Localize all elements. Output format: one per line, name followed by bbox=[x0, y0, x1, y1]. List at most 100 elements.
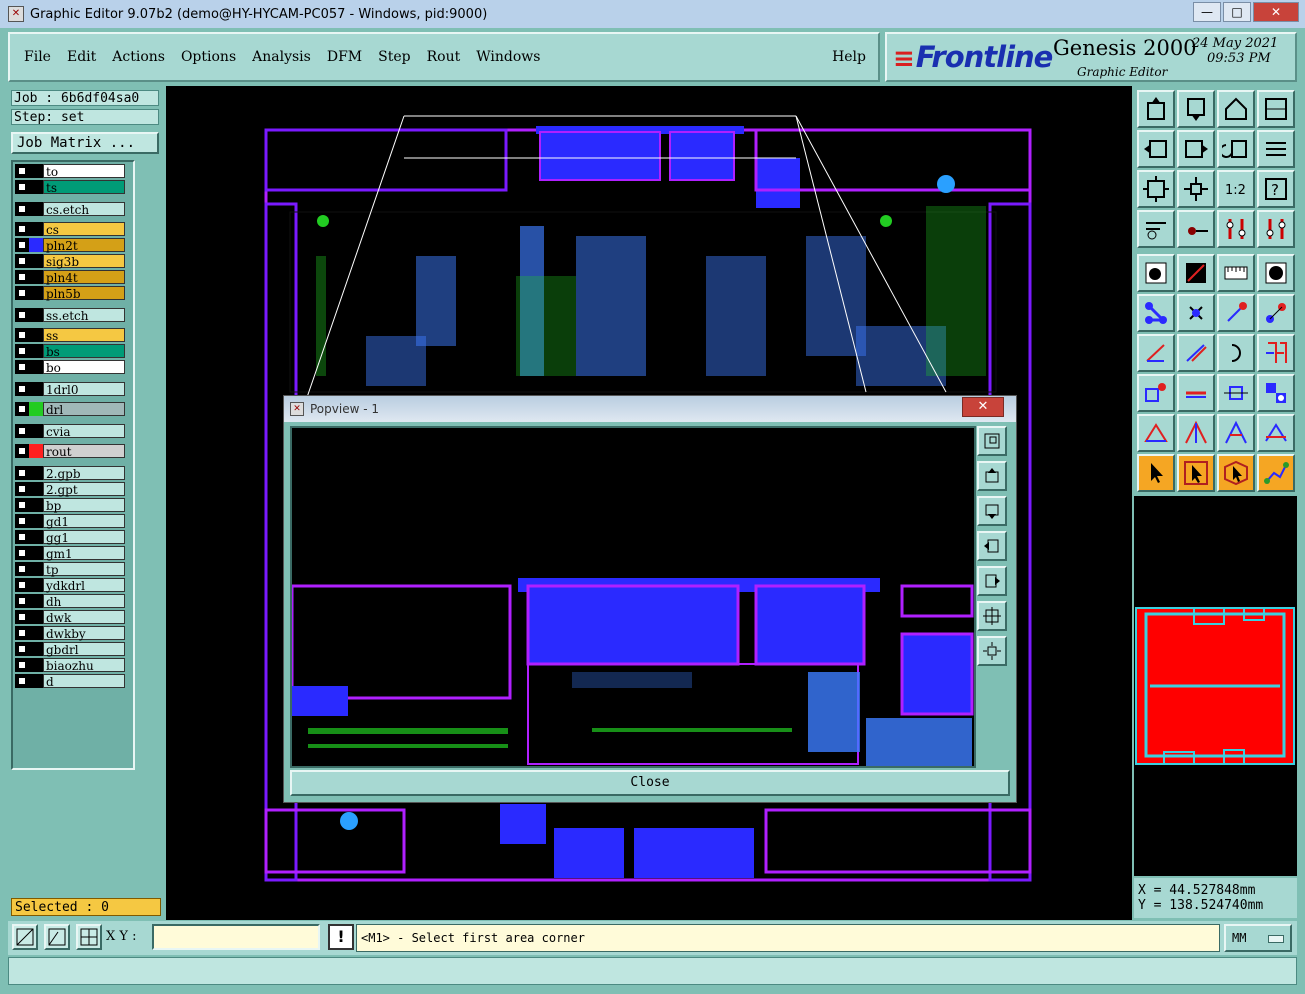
popview-zoom-in-button[interactable] bbox=[977, 601, 1007, 631]
layer-checkbox[interactable] bbox=[15, 382, 29, 396]
select-tool[interactable] bbox=[1137, 454, 1175, 492]
layer-name[interactable]: bp bbox=[43, 498, 125, 513]
pad-add-tool[interactable] bbox=[1137, 374, 1175, 412]
layer-row[interactable]: dh bbox=[15, 594, 125, 609]
layer-row[interactable]: cs.etch bbox=[15, 202, 125, 217]
window-close-button[interactable]: ✕ bbox=[1253, 2, 1299, 22]
layer-name[interactable]: cs.etch bbox=[43, 202, 125, 217]
split-line-tool[interactable] bbox=[1177, 334, 1215, 372]
layer-row[interactable]: gg1 bbox=[15, 530, 125, 545]
layer-name[interactable]: cs bbox=[43, 222, 125, 237]
layer-checkbox[interactable] bbox=[15, 328, 29, 342]
menu-analysis[interactable]: Analysis bbox=[252, 49, 311, 65]
ruler-tool[interactable] bbox=[1217, 254, 1255, 292]
layer-checkbox[interactable] bbox=[15, 270, 29, 284]
layer-name[interactable]: gg1 bbox=[43, 530, 125, 545]
layer-checkbox[interactable] bbox=[15, 498, 29, 512]
board-overview-map[interactable] bbox=[1134, 496, 1297, 876]
layer-checkbox[interactable] bbox=[15, 344, 29, 358]
route-b-tool[interactable] bbox=[1177, 414, 1215, 452]
layer-row[interactable]: ydkdrl bbox=[15, 578, 125, 593]
layer-checkbox[interactable] bbox=[15, 222, 29, 236]
select-polygon-tool[interactable] bbox=[1217, 454, 1255, 492]
zoom-center-tool[interactable] bbox=[1177, 170, 1215, 208]
redraw-tool[interactable] bbox=[1257, 130, 1295, 168]
layer-row[interactable]: pln2t bbox=[15, 238, 125, 253]
pan-left-tool[interactable] bbox=[1137, 130, 1175, 168]
pan-down-tool[interactable] bbox=[1177, 90, 1215, 128]
snap-tool[interactable] bbox=[1177, 210, 1215, 248]
fill-tool[interactable] bbox=[1257, 334, 1295, 372]
layer-name[interactable]: dh bbox=[43, 594, 125, 609]
layer-row[interactable]: bs bbox=[15, 344, 125, 359]
layer-row[interactable]: ss bbox=[15, 328, 125, 343]
route-a-tool[interactable] bbox=[1137, 414, 1175, 452]
menu-actions[interactable]: Actions bbox=[112, 49, 165, 65]
maximize-button[interactable]: □ bbox=[1223, 2, 1251, 22]
layer-checkbox[interactable] bbox=[15, 360, 29, 374]
layer-checkbox[interactable] bbox=[15, 286, 29, 300]
layer-checkbox[interactable] bbox=[15, 402, 29, 416]
layer-checkbox[interactable] bbox=[15, 674, 29, 688]
route-c-tool[interactable] bbox=[1217, 414, 1255, 452]
add-line-tool[interactable] bbox=[1177, 254, 1215, 292]
layer-row[interactable]: pln4t bbox=[15, 270, 125, 285]
pan-up-tool[interactable] bbox=[1137, 90, 1175, 128]
menu-rout[interactable]: Rout bbox=[427, 49, 461, 65]
layer-row[interactable]: to bbox=[15, 164, 125, 179]
group-tool[interactable] bbox=[1257, 374, 1295, 412]
menu-help[interactable]: Help bbox=[832, 49, 866, 65]
menu-options[interactable]: Options bbox=[181, 49, 236, 65]
layer-checkbox[interactable] bbox=[15, 562, 29, 576]
menu-dfm[interactable]: DFM bbox=[327, 49, 362, 65]
measure-icon[interactable] bbox=[44, 924, 70, 950]
layer-row[interactable]: sig3b bbox=[15, 254, 125, 269]
copy-tool[interactable] bbox=[1257, 294, 1295, 332]
layer-compare-tool[interactable] bbox=[1217, 210, 1255, 248]
arc-tool[interactable] bbox=[1217, 334, 1255, 372]
layer-name[interactable]: gd1 bbox=[43, 514, 125, 529]
layer-name[interactable]: 2.gpt bbox=[43, 482, 125, 497]
previous-view-tool[interactable] bbox=[1217, 130, 1255, 168]
slot-tool[interactable] bbox=[1137, 334, 1175, 372]
layer-checkbox[interactable] bbox=[15, 626, 29, 640]
layer-checkbox[interactable] bbox=[15, 578, 29, 592]
layer-row[interactable]: cs bbox=[15, 222, 125, 237]
layer-name[interactable]: ydkdrl bbox=[43, 578, 125, 593]
xy-input[interactable] bbox=[152, 924, 320, 950]
layer-row[interactable]: ts bbox=[15, 180, 125, 195]
layer-checkbox[interactable] bbox=[15, 610, 29, 624]
layer-name[interactable]: ss.etch bbox=[43, 308, 125, 323]
layer-row[interactable]: tp bbox=[15, 562, 125, 577]
layer-checkbox[interactable] bbox=[15, 530, 29, 544]
centerline-tool[interactable] bbox=[1217, 374, 1255, 412]
layer-name[interactable]: biaozhu bbox=[43, 658, 125, 673]
select-net-tool[interactable] bbox=[1257, 454, 1295, 492]
layer-name[interactable]: d bbox=[43, 674, 125, 689]
layer-row[interactable]: biaozhu bbox=[15, 658, 125, 673]
units-selector[interactable]: MM bbox=[1224, 924, 1292, 952]
layer-row[interactable]: gd1 bbox=[15, 514, 125, 529]
layer-name[interactable]: gm1 bbox=[43, 546, 125, 561]
layer-name[interactable]: tp bbox=[43, 562, 125, 577]
layer-checkbox[interactable] bbox=[15, 254, 29, 268]
job-matrix-button[interactable]: Job Matrix ... bbox=[11, 132, 159, 154]
route-d-tool[interactable] bbox=[1257, 414, 1295, 452]
layer-row[interactable]: drl bbox=[15, 402, 125, 417]
move-tool[interactable] bbox=[1217, 294, 1255, 332]
layer-name[interactable]: ts bbox=[43, 180, 125, 195]
grid-icon[interactable] bbox=[76, 924, 102, 950]
layer-row[interactable]: 1drl0 bbox=[15, 382, 125, 397]
layer-name[interactable]: gbdrl bbox=[43, 642, 125, 657]
layer-row[interactable]: rout bbox=[15, 444, 125, 459]
popview-zoom-fit-button[interactable] bbox=[977, 426, 1007, 456]
popview-zoom-out-button[interactable] bbox=[977, 636, 1007, 666]
layer-row[interactable]: pln5b bbox=[15, 286, 125, 301]
layer-checkbox[interactable] bbox=[15, 444, 29, 458]
layer-row[interactable]: bp bbox=[15, 498, 125, 513]
layer-row[interactable]: gm1 bbox=[15, 546, 125, 561]
home-view-tool[interactable] bbox=[1217, 90, 1255, 128]
layer-row[interactable]: bo bbox=[15, 360, 125, 375]
layer-checkbox[interactable] bbox=[15, 594, 29, 608]
layer-checkbox[interactable] bbox=[15, 642, 29, 656]
